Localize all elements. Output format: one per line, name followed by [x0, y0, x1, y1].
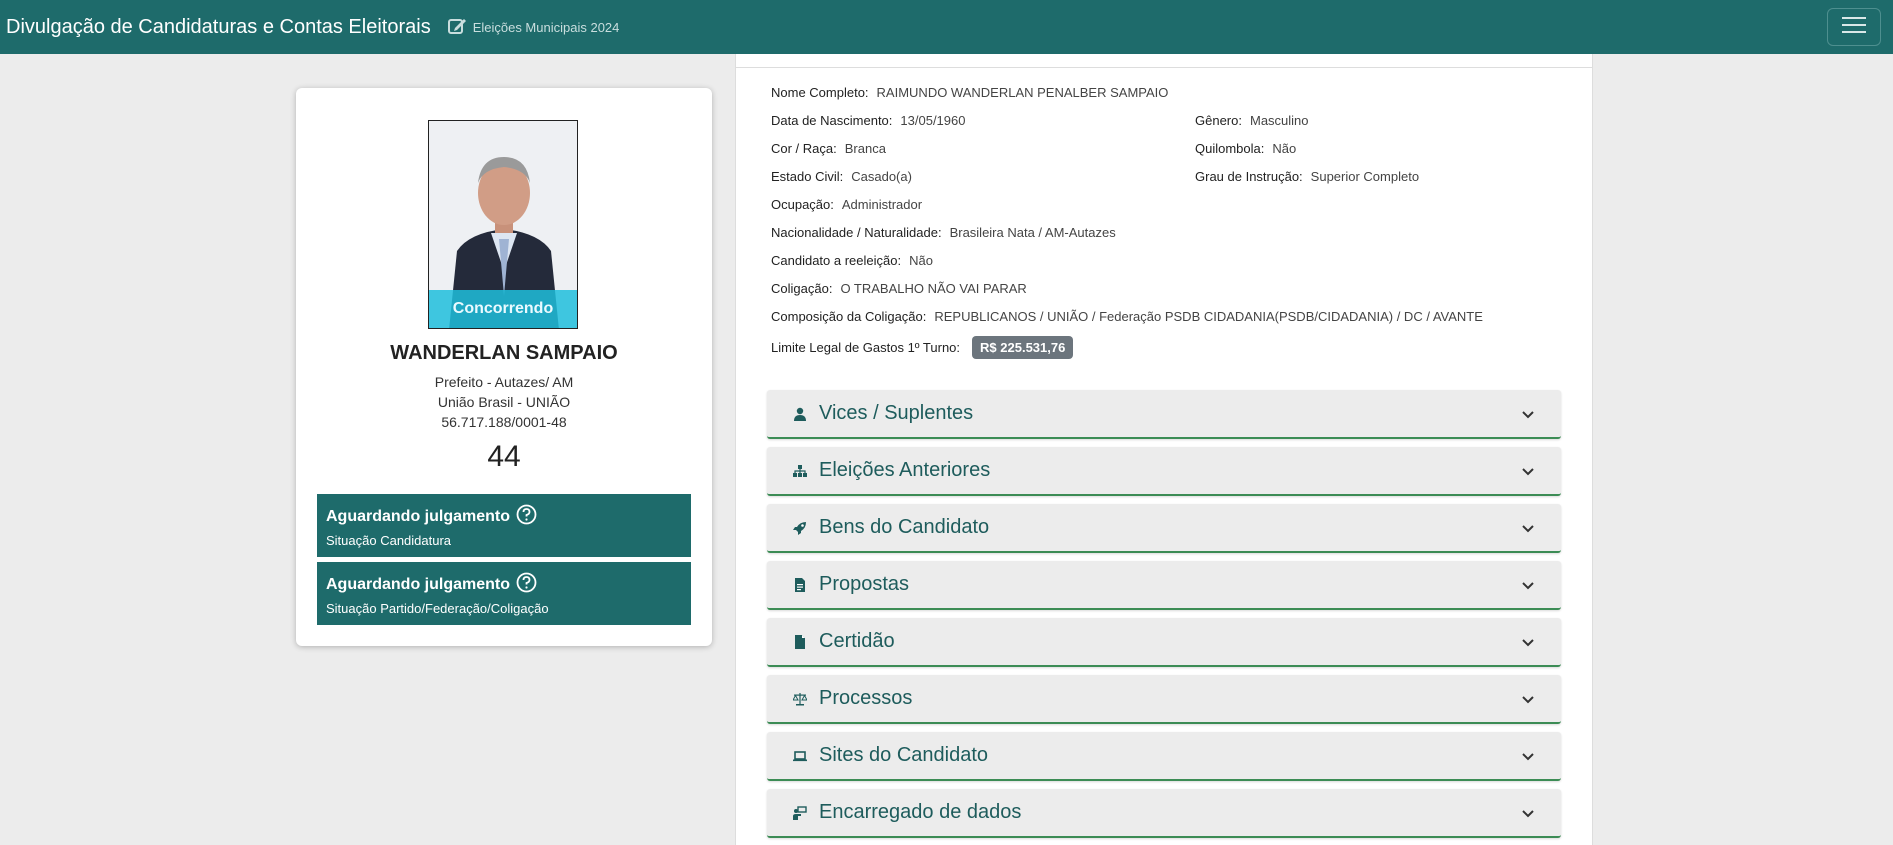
candidacy-status-ribbon: Concorrendo: [429, 290, 577, 328]
file-icon: [791, 633, 809, 651]
info-cor-raca: Cor / Raça: Branca: [771, 141, 886, 156]
status-party: Aguardando julgamento Situação Partido/F…: [317, 562, 691, 625]
candidate-number: 44: [487, 440, 521, 473]
accordion-encarregado-dados[interactable]: Encarregado de dados: [767, 789, 1561, 838]
accordion-certidao[interactable]: Certidão: [767, 618, 1561, 667]
chevron-down-icon: [1522, 468, 1534, 476]
chevron-down-icon: [1522, 525, 1534, 533]
accordion-propostas[interactable]: Propostas: [767, 561, 1561, 610]
laptop-icon: [791, 747, 809, 765]
site-title[interactable]: Divulgação de Candidaturas e Contas Elei…: [6, 16, 431, 39]
accordion-vices-suplentes[interactable]: Vices / Suplentes: [767, 390, 1561, 439]
chevron-down-icon: [1522, 639, 1534, 647]
panel-divider: [736, 67, 1592, 68]
edit-icon: [447, 16, 467, 39]
info-coligacao: Coligação: O TRABALHO NÃO VAI PARAR: [771, 281, 1027, 296]
question-circle-icon[interactable]: [516, 572, 537, 598]
status-candidacy-subtitle: Situação Candidatura: [326, 533, 452, 548]
scale-icon: [791, 690, 809, 708]
candidate-name: WANDERLAN SAMPAIO: [390, 342, 618, 364]
chevron-down-icon: [1522, 411, 1534, 419]
candidate-card: Concorrendo WANDERLAN SAMPAIO Prefeito -…: [296, 88, 712, 646]
spending-limit-badge: R$ 225.531,76: [972, 336, 1074, 359]
election-subtitle-text: Eleições Municipais 2024: [472, 19, 620, 35]
info-reeleicao: Candidato a reeleição: Não: [771, 253, 933, 268]
candidate-office: Prefeito - Autazes/ AM: [434, 374, 574, 390]
info-limite-gastos: Limite Legal de Gastos 1º Turno: R$ 225.5…: [771, 336, 1074, 359]
sitemap-icon: [791, 462, 809, 480]
candidate-photo: Concorrendo: [428, 120, 578, 329]
info-data-nascimento: Data de Nascimento: 13/05/1960: [771, 113, 966, 128]
chevron-down-icon: [1522, 582, 1534, 590]
file-text-icon: [791, 576, 809, 594]
top-navbar: Divulgação de Candidaturas e Contas Elei…: [0, 0, 1893, 54]
hamburger-icon: [1840, 14, 1868, 41]
candidate-party: União Brasil - UNIÃO: [437, 394, 571, 410]
status-party-subtitle: Situação Partido/Federação/Coligação: [326, 601, 549, 616]
info-nacionalidade: Nacionalidade / Naturalidade: Brasileira …: [771, 225, 1116, 240]
info-estado-civil: Estado Civil: Casado(a): [771, 169, 912, 184]
info-ocupacao: Ocupação: Administrador: [771, 197, 923, 212]
election-subtitle[interactable]: Eleições Municipais 2024: [447, 16, 620, 39]
chevron-down-icon: [1522, 810, 1534, 818]
info-grau-instrucao: Grau de Instrução: Superior Completo: [1195, 169, 1420, 184]
status-candidacy: Aguardando julgamento Situação Candidatu…: [317, 494, 691, 557]
status-candidacy-title: Aguardando julgamento: [326, 508, 510, 525]
menu-toggle-button[interactable]: [1827, 8, 1881, 46]
user-tie-icon: [791, 804, 809, 822]
info-genero: Gênero: Masculino: [1195, 113, 1309, 128]
info-composicao-coligacao: Composição da Coligação: REPUBLICANOS / U…: [771, 309, 1483, 324]
accordion-eleicoes-anteriores[interactable]: Eleições Anteriores: [767, 447, 1561, 496]
question-circle-icon[interactable]: [516, 504, 537, 530]
rocket-icon: [791, 519, 809, 537]
info-nome-completo: Nome Completo: RAIMUNDO WANDERLAN PENALBE…: [771, 85, 1169, 100]
chevron-down-icon: [1522, 696, 1534, 704]
status-party-title: Aguardando julgamento: [326, 576, 510, 593]
accordion-sites-candidato[interactable]: Sites do Candidato: [767, 732, 1561, 781]
accordion-processos[interactable]: Processos: [767, 675, 1561, 724]
candidate-cnpj: 56.717.188/0001-48: [441, 414, 567, 430]
accordion-bens-candidato[interactable]: Bens do Candidato: [767, 504, 1561, 553]
info-quilombola: Quilombola: Não: [1195, 141, 1297, 156]
person-icon: [791, 405, 809, 423]
chevron-down-icon: [1522, 753, 1534, 761]
